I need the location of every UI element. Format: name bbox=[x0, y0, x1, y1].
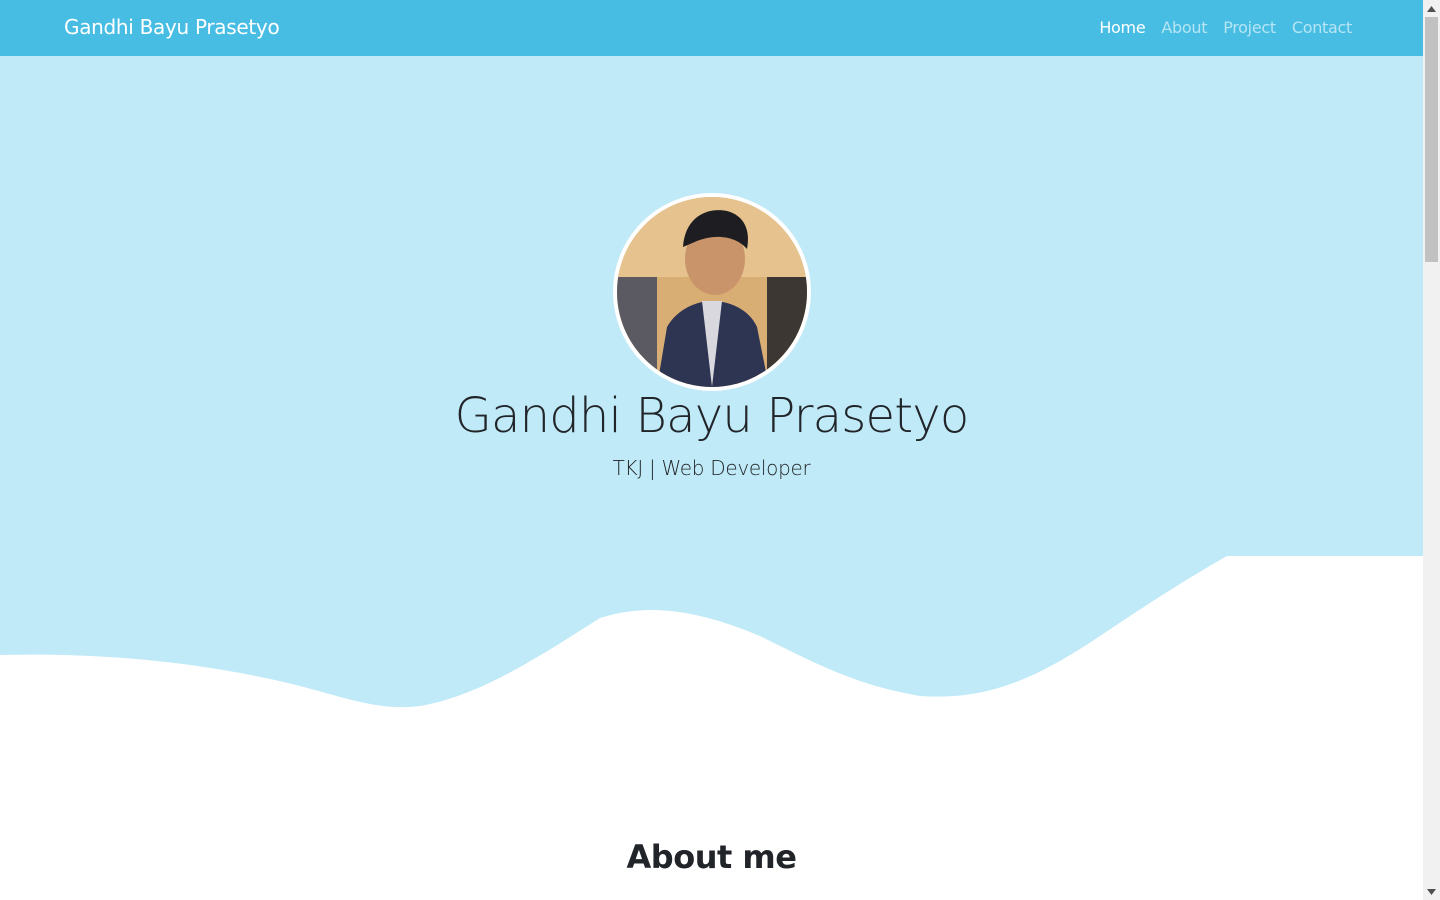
nav-home-link[interactable]: Home bbox=[1099, 18, 1145, 37]
nav-contact-link[interactable]: Contact bbox=[1292, 18, 1352, 37]
triangle-down-icon bbox=[1427, 888, 1436, 895]
nav-project-link[interactable]: Project bbox=[1223, 18, 1276, 37]
nav-about-link[interactable]: About bbox=[1161, 18, 1207, 37]
scrollbar-thumb[interactable] bbox=[1425, 17, 1438, 262]
profile-avatar bbox=[613, 193, 811, 391]
hero-name: Gandhi Bayu Prasetyo bbox=[454, 388, 970, 444]
hero-subtitle: TKJ | Web Developer bbox=[612, 456, 811, 480]
profile-photo bbox=[617, 197, 807, 387]
vertical-scrollbar[interactable] bbox=[1423, 0, 1440, 900]
navbar: Gandhi Bayu Prasetyo Home About Project … bbox=[0, 0, 1423, 56]
triangle-up-icon bbox=[1427, 5, 1436, 12]
page: Gandhi Bayu Prasetyo Home About Project … bbox=[0, 0, 1423, 900]
about-heading: About me bbox=[626, 838, 797, 876]
brand-link[interactable]: Gandhi Bayu Prasetyo bbox=[64, 15, 280, 39]
scroll-down-button[interactable] bbox=[1423, 883, 1440, 900]
wave-divider bbox=[0, 556, 1423, 816]
scroll-up-button[interactable] bbox=[1423, 0, 1440, 17]
nav-menu: Home About Project Contact bbox=[1099, 18, 1352, 37]
